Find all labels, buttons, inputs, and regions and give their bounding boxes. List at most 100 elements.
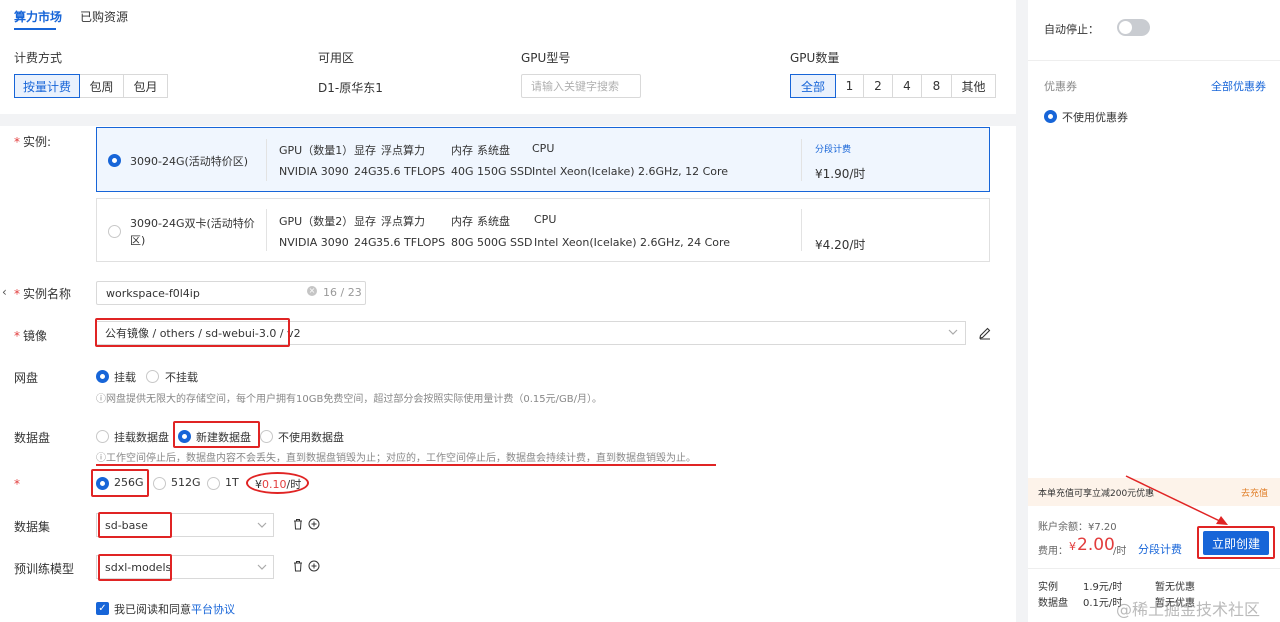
tab-compute-market[interactable]: 算力市场 (14, 8, 62, 25)
datadisk-hint: ⓘ工作空间停止后，数据盘内容不会丢失，直到数据盘销毁为止；对应的，工作空间停止后… (96, 453, 696, 464)
annotation-arrow-icon (1125, 475, 1228, 525)
fee-segmented-billing-link[interactable]: 分段计费 (1138, 541, 1182, 557)
chevron-down-icon[interactable] (257, 521, 267, 529)
disk-512g-label[interactable]: 512G (171, 476, 201, 489)
instance-card-2[interactable]: 3090-24G双卡(活动特价区) GPU（数量2） 显存 浮点算力 内存 系统… (96, 198, 990, 262)
netdisk-unmount-radio[interactable] (146, 370, 159, 383)
instance-card-2-price: ¥4.20/时 (815, 238, 866, 252)
disk-header: 系统盘 (477, 144, 510, 157)
dataset-label: 数据集 (14, 520, 51, 534)
all-coupons-link[interactable]: 全部优惠券 (1211, 78, 1266, 94)
annotation-oval (246, 472, 309, 494)
instance-card-2-radio[interactable] (108, 225, 121, 238)
fee-label: 费用： (1038, 546, 1068, 557)
trash-icon[interactable] (292, 518, 304, 530)
disk-1t-label[interactable]: 1T (225, 476, 239, 489)
mem-header: 内存 (451, 144, 473, 157)
instance-name-input[interactable]: workspace-f0l4ip × 16 / 23 (96, 281, 366, 305)
datadisk-label: 数据盘 (14, 431, 51, 445)
vram-header: 显存 (354, 215, 376, 228)
tab-purchased-resources[interactable]: 已购资源 (80, 8, 128, 25)
pretrained-label: 预训练模型 (14, 562, 75, 576)
autostop-label: 自动停止： (1044, 23, 1099, 36)
disk-1t-radio[interactable] (207, 477, 220, 490)
disk-size-label: * (14, 477, 20, 491)
platform-agreement-link[interactable]: 平台协议 (191, 603, 235, 616)
clear-icon[interactable]: × (307, 286, 317, 296)
disk-512g-radio[interactable] (153, 477, 166, 490)
gpu-value: NVIDIA 3090 (279, 165, 349, 178)
billing-option-monthly[interactable]: 包月 (123, 74, 168, 98)
gpu-model-placeholder: 请输入关键字搜索 (531, 80, 619, 93)
datadisk-mount-label[interactable]: 挂载数据盘 (114, 429, 169, 445)
gpu-count-1[interactable]: 1 (835, 74, 864, 98)
add-circle-icon[interactable] (308, 560, 320, 572)
gpu-count-8[interactable]: 8 (921, 74, 952, 98)
instance-card-1[interactable]: 3090-24G(活动特价区) GPU（数量1） 显存 浮点算力 内存 系统盘 … (96, 127, 990, 192)
no-coupon-radio[interactable] (1044, 110, 1057, 123)
flops-value: 35.6 TFLOPS (376, 165, 446, 178)
annotation-box (95, 318, 290, 347)
flops-header: 浮点算力 (381, 144, 425, 157)
gpu-count-2[interactable]: 2 (863, 74, 893, 98)
annotation-box (98, 554, 172, 581)
account-balance: 账户余额：¥7.20 (1038, 522, 1117, 533)
datadisk-none-label[interactable]: 不使用数据盘 (278, 429, 344, 445)
agreement-checkbox[interactable]: ✓ (96, 602, 109, 615)
recharge-link[interactable]: 去充值 (1241, 486, 1268, 499)
instance-card-2-name: 3090-24G双卡(活动特价区) (130, 217, 255, 247)
gpu-count-label: GPU数量 (790, 51, 840, 65)
disk-header: 系统盘 (477, 215, 510, 228)
instance-card-1-name: 3090-24G(活动特价区) (130, 155, 249, 168)
billing-option-weekly[interactable]: 包周 (79, 74, 124, 98)
netdisk-mount-label[interactable]: 挂载 (114, 369, 136, 385)
chevron-down-icon[interactable] (257, 563, 267, 571)
divider (1028, 568, 1280, 569)
breakdown-discount: 暂无优惠 (1155, 582, 1195, 593)
section-divider (0, 114, 1016, 126)
add-circle-icon[interactable] (308, 518, 320, 530)
instance-card-1-price: ¥1.90/时 (815, 167, 866, 181)
gpu-value: NVIDIA 3090 (279, 236, 349, 249)
datadisk-none-radio[interactable] (260, 430, 273, 443)
instance-name-value: workspace-f0l4ip (106, 286, 200, 300)
gpu-model-search-input[interactable]: 请输入关键字搜索 (521, 74, 641, 98)
vram-value: 24G (354, 236, 377, 249)
fee-currency: ¥ (1069, 540, 1076, 553)
netdisk-mount-radio[interactable] (96, 370, 109, 383)
netdisk-hint: ⓘ网盘提供无限大的存储空间，每个用户拥有10GB免费空间，超过部分会按照实际使用… (96, 394, 602, 405)
gpu-count-all[interactable]: 全部 (790, 74, 836, 98)
netdisk-label: 网盘 (14, 371, 39, 385)
autostop-toggle[interactable] (1117, 19, 1150, 36)
disk-value: 500G SSD (477, 236, 533, 249)
mem-value: 40G (451, 165, 474, 178)
no-coupon-label[interactable]: 不使用优惠券 (1062, 109, 1128, 125)
cpu-value: Intel Xeon(Icelake) 2.6GHz, 24 Core (534, 236, 731, 249)
segmented-billing-link[interactable]: 分段计费 (815, 142, 851, 155)
billing-label: 计费方式 (14, 51, 63, 65)
image-label: * 镜像 (14, 329, 48, 343)
divider (266, 139, 267, 181)
flops-header: 浮点算力 (381, 215, 425, 228)
agreement-text: 我已阅读和同意平台协议 (114, 603, 235, 616)
gpu-count-4[interactable]: 4 (892, 74, 922, 98)
breakdown-price: 1.9元/时 (1083, 582, 1123, 593)
collapse-chevron-icon[interactable]: ‹ (2, 285, 7, 299)
chevron-down-icon[interactable] (948, 328, 958, 336)
zone-value: D1-原华东1 (318, 81, 383, 95)
vram-header: 显存 (354, 144, 376, 157)
instance-name-label: * 实例名称 (14, 287, 72, 301)
datadisk-mount-radio[interactable] (96, 430, 109, 443)
annotation-underline (96, 464, 716, 466)
edit-icon[interactable] (978, 326, 992, 340)
disk-value: 150G SSD (477, 165, 533, 178)
annotation-box (91, 469, 149, 497)
trash-icon[interactable] (292, 560, 304, 572)
billing-option-hourly[interactable]: 按量计费 (14, 74, 80, 98)
fee-unit: /时 (1113, 546, 1127, 557)
mem-value: 80G (451, 236, 474, 249)
netdisk-unmount-label[interactable]: 不挂载 (165, 369, 198, 385)
instance-card-1-radio[interactable] (108, 154, 121, 167)
divider (1028, 60, 1280, 61)
gpu-count-other[interactable]: 其他 (951, 74, 996, 98)
